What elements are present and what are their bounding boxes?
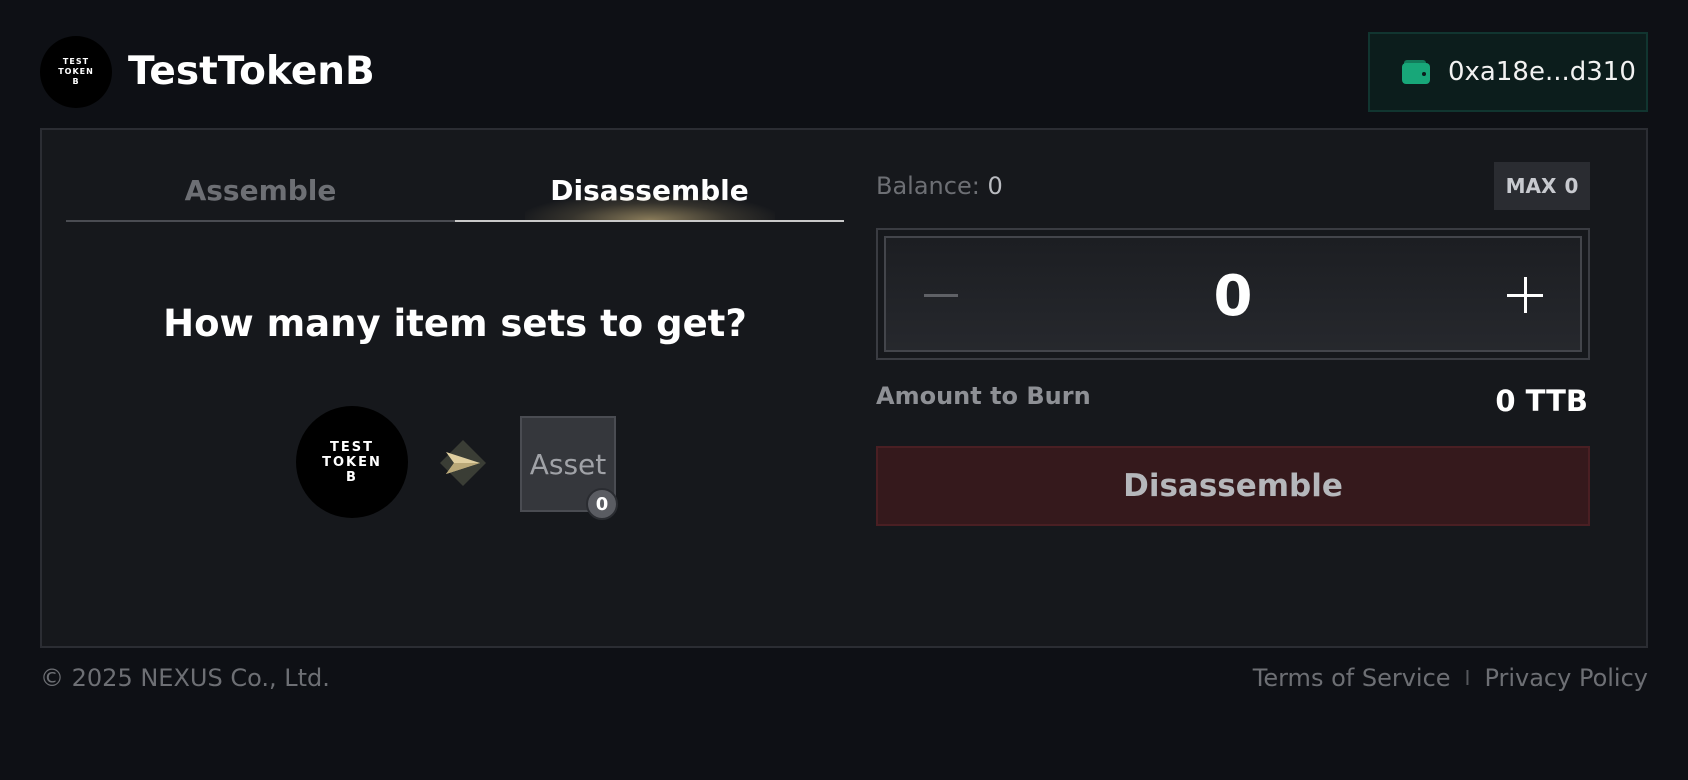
balance-label: Balance: <box>876 172 980 200</box>
footer-separator: I <box>1464 666 1471 690</box>
wallet-address: 0xa18e...d310 <box>1448 57 1636 87</box>
terms-link[interactable]: Terms of Service <box>1253 664 1451 692</box>
burn-amount-value: 0 TTB <box>1495 384 1588 418</box>
max-label: MAX <box>1505 174 1557 198</box>
token-logo: TEST TOKEN B <box>40 36 112 108</box>
header: TEST TOKEN B TestTokenB 0xa18e...d310 <box>0 0 1688 128</box>
tab-disassemble-label: Disassemble <box>550 173 749 207</box>
quantity-stepper: 0 <box>876 228 1590 360</box>
asset-label: Asset <box>529 447 607 481</box>
balance-display: Balance: 0 <box>876 172 1003 200</box>
tab-bar: Assemble Disassemble <box>66 160 844 222</box>
tab-assemble[interactable]: Assemble <box>66 160 455 222</box>
asset-count-badge: 0 <box>586 488 618 520</box>
privacy-link[interactable]: Privacy Policy <box>1484 664 1648 692</box>
quantity-input[interactable]: 0 <box>1006 262 1460 330</box>
plus-icon-vertical <box>1523 277 1527 313</box>
max-value: 0 <box>1564 174 1579 198</box>
max-button[interactable]: MAX 0 <box>1494 162 1590 210</box>
main-card: Assemble Disassemble How many item sets … <box>40 128 1648 648</box>
stepper-inner: 0 <box>884 236 1582 352</box>
token-image: TEST TOKEN B <box>296 406 408 518</box>
wallet-button[interactable]: 0xa18e...d310 <box>1368 32 1648 112</box>
copyright-text: © 2025 NEXUS Co., Ltd. <box>40 664 330 692</box>
tab-disassemble[interactable]: Disassemble <box>455 160 844 222</box>
footer-links: Terms of Service I Privacy Policy <box>1253 664 1648 692</box>
balance-value: 0 <box>987 172 1003 200</box>
question-heading: How many item sets to get? <box>163 302 747 345</box>
burn-amount-label: Amount to Burn <box>876 382 1091 410</box>
page-title: TestTokenB <box>128 49 375 94</box>
token-image-text: TEST TOKEN B <box>322 439 382 485</box>
minus-icon <box>924 293 958 297</box>
decrement-button[interactable] <box>906 260 976 330</box>
increment-button[interactable] <box>1490 260 1560 330</box>
token-logo-text: TEST TOKEN B <box>58 57 94 86</box>
arrow-right-icon <box>440 440 486 486</box>
disassemble-button[interactable]: Disassemble <box>876 446 1590 526</box>
wallet-icon <box>1402 60 1430 84</box>
